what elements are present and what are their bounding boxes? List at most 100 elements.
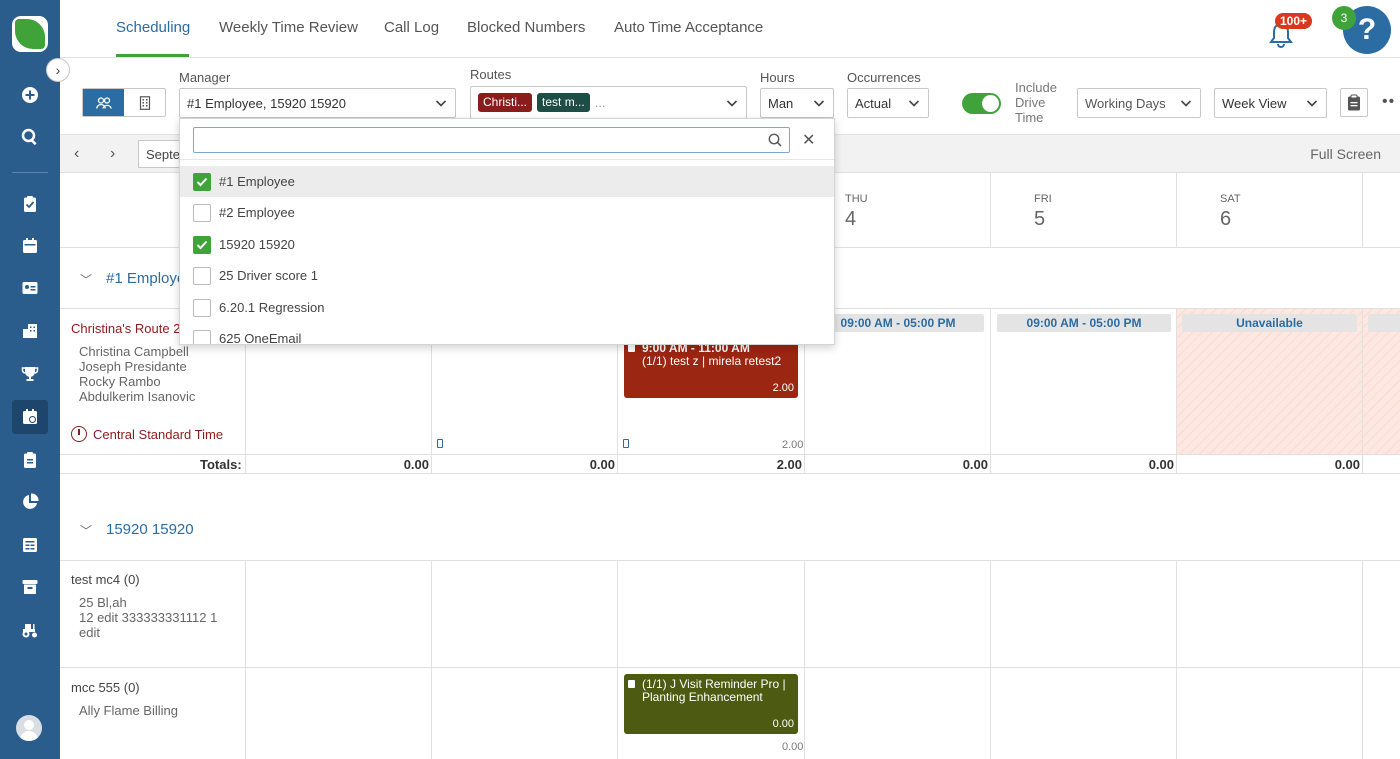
week-view-value: Week View	[1222, 95, 1287, 111]
full-screen-button[interactable]: Full Screen	[1310, 146, 1381, 162]
dropdown-option[interactable]: #1 Employee	[180, 166, 834, 197]
dropdown-search-box	[193, 127, 790, 153]
day-of-week: THU	[845, 193, 868, 205]
hours-select[interactable]: Man	[760, 88, 834, 118]
route-name[interactable]: Christina's Route 2	[71, 321, 180, 336]
pie-chart-icon[interactable]	[12, 485, 48, 519]
people-icon	[95, 96, 112, 109]
notification-badge: 100+	[1275, 13, 1313, 29]
dropdown-option[interactable]: #2 Employee	[180, 197, 834, 228]
option-label: #2 Employee	[219, 205, 295, 220]
dropdown-search-input[interactable]	[194, 128, 754, 152]
dropdown-option[interactable]: 6.20.1 Regression	[180, 292, 834, 323]
event-card[interactable]: 9:00 AM - 11:00 AM (1/1) test z | mirela…	[624, 338, 798, 398]
hours-select-value: Man	[768, 95, 794, 111]
add-icon[interactable]	[12, 78, 48, 112]
tab-weekly-time-review[interactable]: Weekly Time Review	[219, 19, 358, 36]
manager-select[interactable]: #1 Employee, 15920 15920	[179, 88, 456, 118]
event-hours: 2.00	[772, 382, 794, 394]
chevron-down-icon	[435, 100, 447, 107]
tractor-icon[interactable]	[12, 613, 48, 647]
office-building-icon	[139, 95, 150, 110]
event-card[interactable]: (1/1) J Visit Reminder Pro | Planting En…	[624, 674, 798, 734]
help-glyph: ?	[1357, 13, 1377, 46]
active-tab-indicator	[116, 54, 189, 57]
previous-week-chevron-icon[interactable]: ‹	[74, 145, 79, 163]
chevron-down-icon	[1180, 100, 1192, 107]
clipboard-list-icon[interactable]	[12, 443, 48, 477]
checkbox[interactable]	[193, 298, 211, 317]
building-view-button[interactable]	[124, 89, 165, 116]
tab-blocked-numbers[interactable]: Blocked Numbers	[467, 19, 585, 36]
route-name[interactable]: mcc 555 (0)	[71, 680, 140, 695]
close-icon[interactable]: ✕	[802, 130, 815, 150]
clipboard-button[interactable]	[1340, 88, 1368, 117]
working-days-value: Working Days	[1085, 95, 1166, 111]
member-name: Joseph Presidante	[79, 359, 187, 374]
occurrences-select[interactable]: Actual	[847, 88, 929, 118]
sidebar-expand-chevron-icon[interactable]: ›	[46, 58, 70, 82]
member-name: 12 edit 333333331112 1	[79, 610, 218, 625]
user-avatar[interactable]	[16, 715, 42, 741]
member-name: Christina Campbell	[79, 344, 189, 359]
help-badge: 3	[1332, 6, 1356, 30]
report-icon[interactable]	[12, 528, 48, 562]
working-hours-pill: 09:00 AM - 05:00 PM	[812, 314, 984, 332]
checkbox[interactable]	[193, 203, 211, 222]
next-week-chevron-icon[interactable]: ›	[110, 145, 115, 163]
manager-label: Manager	[179, 70, 231, 85]
calendar-icon[interactable]	[12, 229, 48, 263]
checkbox[interactable]	[193, 329, 211, 344]
event-title: (1/1) test z | mirela retest2	[642, 354, 782, 368]
member-name: Ally Flame Billing	[79, 703, 178, 718]
building-icon[interactable]	[12, 314, 48, 348]
search-icon[interactable]	[12, 120, 48, 154]
collapse-chevron-icon[interactable]: ﹀	[80, 271, 92, 288]
include-drive-time-toggle[interactable]	[962, 93, 1001, 114]
day-number: 4	[845, 208, 857, 230]
search-icon[interactable]	[768, 133, 782, 147]
tab-auto-time-acceptance[interactable]: Auto Time Acceptance	[614, 19, 763, 36]
collapse-chevron-icon[interactable]: ﹀	[80, 522, 92, 539]
week-view-select[interactable]: Week View	[1214, 88, 1327, 118]
routes-select[interactable]: Christi... test m... ...	[470, 86, 747, 119]
dropdown-option[interactable]: 625 OneEmail	[180, 323, 834, 344]
member-name: Rocky Rambo	[79, 374, 161, 389]
trophy-icon[interactable]	[12, 357, 48, 391]
people-view-button[interactable]	[83, 89, 124, 116]
manager-dropdown: ✕ #1 Employee #2 Employee 15920 15920 25…	[179, 118, 835, 345]
view-mode-toggle	[82, 88, 166, 117]
checkbox[interactable]	[193, 266, 211, 285]
checkbox-checked[interactable]	[193, 235, 211, 254]
cell-hours: 2.00	[782, 439, 804, 451]
clock-icon	[71, 426, 87, 442]
drive-label-line: Drive	[1015, 95, 1046, 110]
group-title[interactable]: 15920 15920	[106, 521, 194, 538]
occurrences-label: Occurrences	[847, 70, 921, 85]
occurrences-select-value: Actual	[855, 95, 892, 111]
day-of-week: FRI	[1034, 193, 1052, 205]
clipboard-icon	[628, 344, 635, 352]
more-options-icon[interactable]: ••	[1382, 93, 1395, 111]
total-value: 0.00	[1334, 457, 1360, 472]
route-chip[interactable]: Christi...	[478, 93, 533, 112]
route-chip[interactable]: test m...	[537, 93, 590, 112]
dropdown-option[interactable]: 15920 15920	[180, 229, 834, 260]
route-members: Ally Flame Billing	[79, 703, 178, 718]
tab-call-log[interactable]: Call Log	[384, 19, 439, 36]
routes-label: Routes	[470, 67, 512, 82]
tab-scheduling[interactable]: Scheduling	[116, 19, 190, 36]
dropdown-option[interactable]: 25 Driver score 1	[180, 260, 834, 291]
sidebar	[0, 0, 60, 759]
checkbox-checked[interactable]	[193, 172, 211, 191]
member-name: edit	[79, 625, 100, 640]
schedule-calendar-icon[interactable]	[12, 400, 48, 434]
clipboard-check-icon[interactable]	[12, 187, 48, 221]
archive-box-icon[interactable]	[12, 570, 48, 604]
route-name[interactable]: test mc4 (0)	[71, 572, 140, 587]
working-days-select[interactable]: Working Days	[1077, 88, 1201, 118]
total-value: 2.00	[776, 457, 802, 472]
day-header-sat: SAT 6	[1177, 193, 1362, 231]
contact-card-icon[interactable]	[12, 271, 48, 305]
app-logo[interactable]	[12, 16, 48, 52]
